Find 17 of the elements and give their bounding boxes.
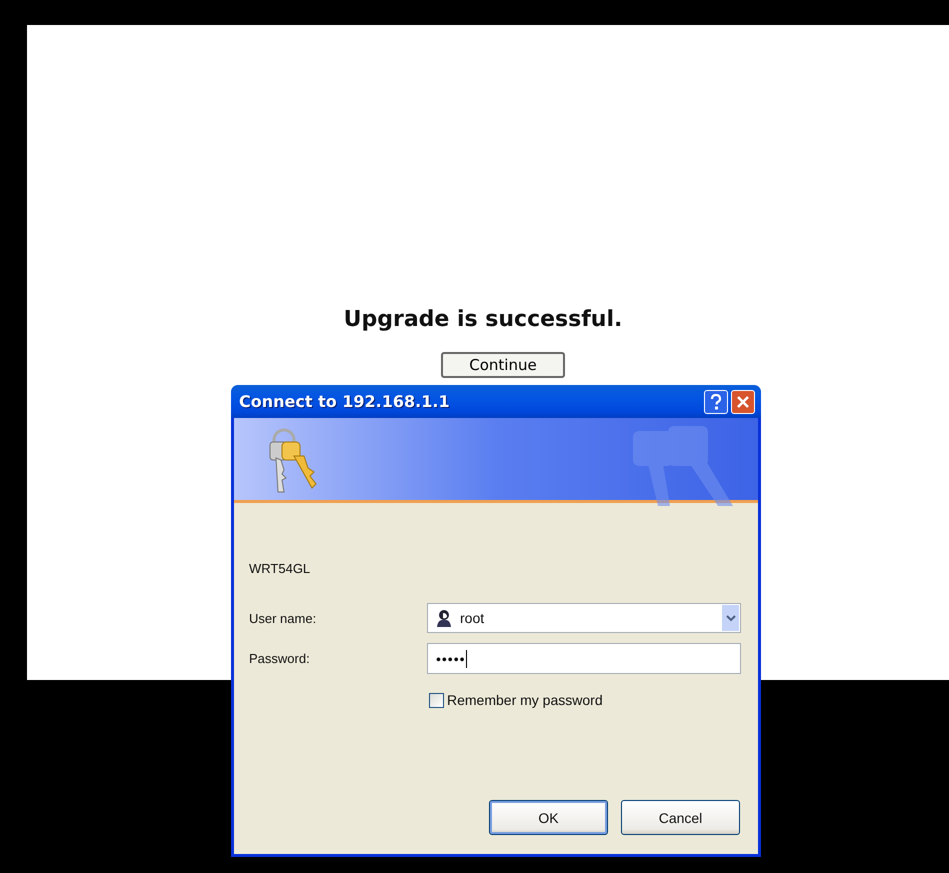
continue-button[interactable]: Continue [441, 352, 565, 378]
remember-checkbox[interactable] [429, 692, 444, 708]
cancel-button[interactable]: Cancel [621, 800, 740, 835]
dialog-title: Connect to 192.168.1.1 [239, 392, 451, 411]
close-icon[interactable] [731, 390, 755, 414]
ok-button[interactable]: OK [489, 800, 608, 835]
user-icon [436, 609, 452, 627]
realm-text: WRT54GL [249, 561, 312, 577]
username-value: root [460, 610, 484, 626]
help-icon[interactable] [704, 390, 728, 414]
field-label: Password: [249, 651, 311, 666]
username-combo[interactable]: root [427, 603, 741, 633]
password-field[interactable]: ••••• [427, 643, 741, 674]
password-value: ••••• [436, 650, 466, 666]
page-heading: Upgrade is successful. [344, 307, 622, 332]
field-label: User name: [249, 610, 318, 626]
remember-label[interactable]: Remember my password [447, 692, 603, 708]
